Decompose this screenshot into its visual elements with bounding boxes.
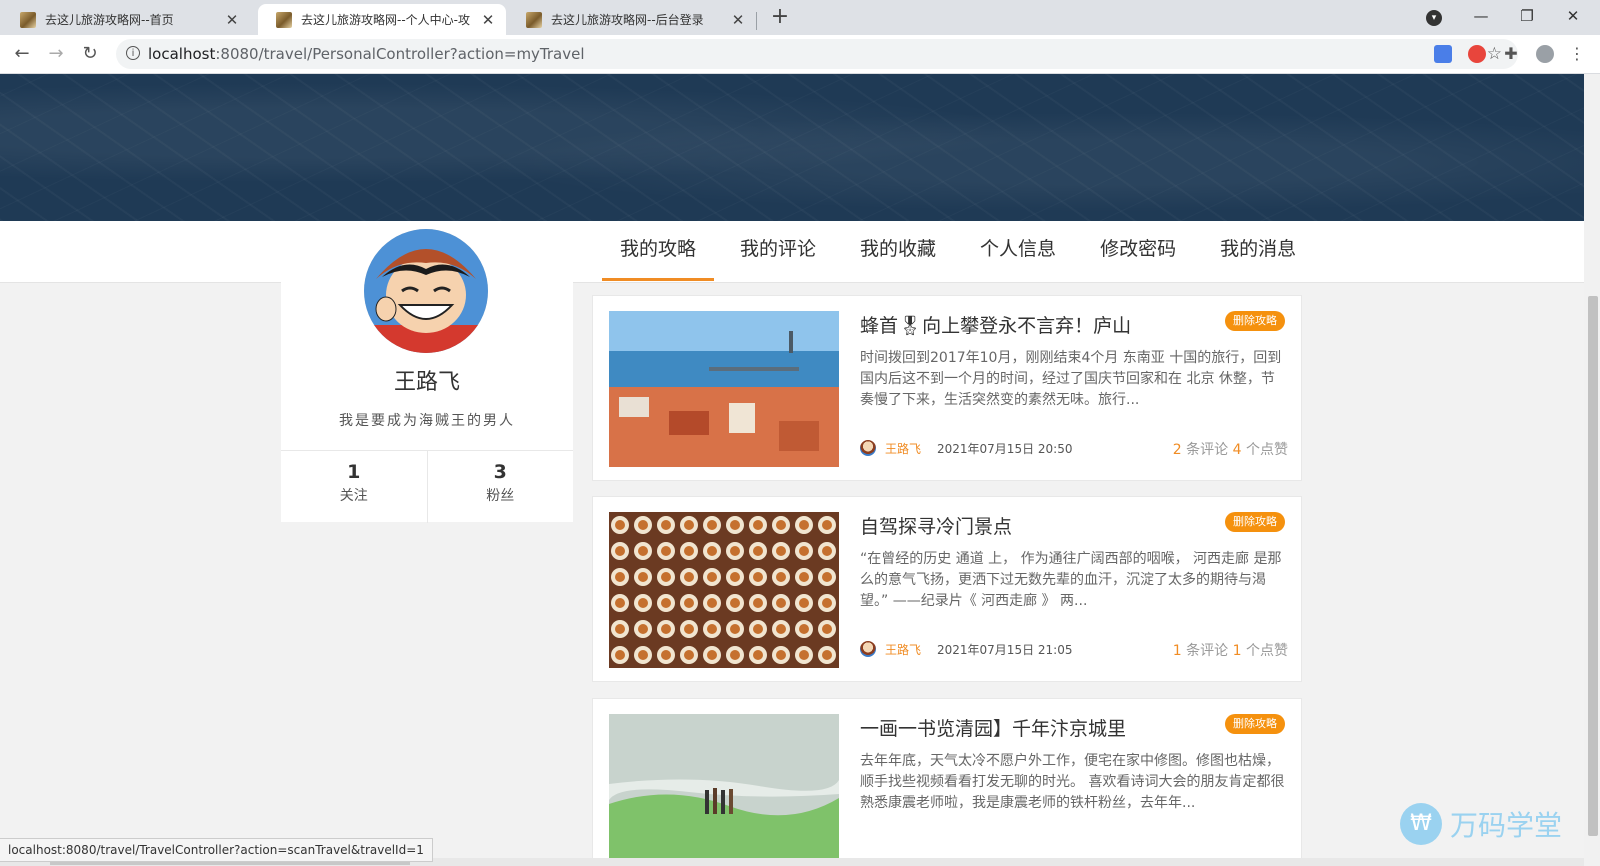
reload-icon[interactable]: ↻ <box>78 42 102 66</box>
tab-title: 去这儿旅游攻略网--首页 <box>45 13 174 27</box>
author-avatar-icon <box>860 641 876 657</box>
guide-meta: 王路飞 2021年07月15日 20:50 2 条评论 4 个点赞 <box>860 439 1288 459</box>
guide-item[interactable]: 一画一书览清园】千年汴京城里 删除攻略 去年年底，天气太冷不愿户外工作，便宅在家… <box>592 698 1302 866</box>
browser-tab-home[interactable]: 去这儿旅游攻略网--首页 ✕ <box>2 4 250 35</box>
comment-count: 1 <box>1172 643 1182 659</box>
browser-toolbar: ← → ↻ i localhost:8080/travel/PersonalCo… <box>0 35 1600 74</box>
delete-guide-button[interactable]: 删除攻略 <box>1225 512 1285 532</box>
site-favicon-icon <box>526 11 542 28</box>
translate-extension-icon[interactable] <box>1434 45 1452 63</box>
guide-title[interactable]: 蜂首🎖向上攀登永不言弃！庐山 <box>860 311 1131 338</box>
tab-my-messages[interactable]: 我的消息 <box>1202 221 1314 281</box>
tab-my-comments[interactable]: 我的评论 <box>722 221 834 281</box>
profile-stats: 1 关注 3 粉丝 <box>281 450 573 523</box>
url-host: localhost <box>148 45 216 63</box>
tab-my-guides[interactable]: 我的攻略 <box>602 221 715 281</box>
window-close-icon[interactable]: ✕ <box>1550 0 1596 32</box>
site-favicon-icon <box>276 11 292 28</box>
new-tab-icon[interactable]: + <box>766 4 794 32</box>
tab-search-icon[interactable]: ▾ <box>1426 10 1442 26</box>
delete-guide-button[interactable]: 删除攻略 <box>1225 311 1285 331</box>
guide-summary: “在曾经的历史 通道 上， 作为通往广阔西部的咽喉， 河西走廊 是那么的意气飞扬… <box>860 551 1282 609</box>
tab-personal-info[interactable]: 个人信息 <box>962 221 1074 281</box>
back-icon[interactable]: ← <box>10 42 34 66</box>
fans-label: 粉丝 <box>486 488 515 504</box>
follow-stat[interactable]: 1 关注 <box>281 451 427 523</box>
like-count: 1 <box>1232 643 1242 659</box>
forward-icon[interactable]: → <box>44 42 68 66</box>
like-label: 个点赞 <box>1246 442 1288 458</box>
address-bar[interactable]: i localhost:8080/travel/PersonalControll… <box>116 39 1518 69</box>
tab-title: 去这儿旅游攻略网--后台登录 <box>551 13 704 27</box>
guide-meta: 王路飞 2021年07月15日 21:05 1 条评论 1 个点赞 <box>860 640 1288 660</box>
bookmark-star-icon[interactable]: ☆ <box>1487 44 1502 64</box>
watermark-text: 万码学堂 <box>1450 809 1563 842</box>
guide-date: 2021年07月15日 21:05 <box>937 643 1073 657</box>
tab-separator <box>756 12 757 30</box>
browser-tab-admin[interactable]: 去这儿旅游攻略网--后台登录 ✕ <box>508 4 756 35</box>
guide-summary: 时间拨回到2017年10月，刚刚结束4个月 东南亚 十国的旅行，回到国内后这不到… <box>860 350 1282 408</box>
guide-thumbnail-image[interactable] <box>609 512 839 668</box>
scrollbar-thumb[interactable] <box>1588 296 1598 836</box>
guide-item[interactable]: 蜂首🎖向上攀登永不言弃！庐山 删除攻略 时间拨回到2017年10月，刚刚结束4个… <box>592 295 1302 481</box>
follow-count: 1 <box>347 461 361 483</box>
guide-stats: 1 条评论 1 个点赞 <box>1173 640 1288 660</box>
profile-avatar-icon[interactable] <box>1536 45 1554 63</box>
url-path: :8080/travel/PersonalController?action=m… <box>215 45 585 63</box>
fans-count: 3 <box>493 461 507 483</box>
browser-tab-personal[interactable]: 去这儿旅游攻略网--个人中心-攻 ✕ <box>258 4 506 35</box>
avatar <box>364 229 488 353</box>
tab-title: 去这儿旅游攻略网--个人中心-攻 <box>301 13 470 27</box>
follow-label: 关注 <box>339 488 368 504</box>
author-avatar-icon <box>860 440 876 456</box>
extension-icon[interactable] <box>1468 45 1486 63</box>
close-tab-icon[interactable]: ✕ <box>480 11 496 29</box>
delete-guide-button[interactable]: 删除攻略 <box>1225 714 1285 734</box>
guide-author[interactable]: 王路飞 <box>885 641 921 658</box>
puzzle-extensions-icon[interactable]: ✚ <box>1502 45 1520 63</box>
personal-menu: 我的攻略 我的评论 我的收藏 个人信息 修改密码 我的消息 <box>602 221 1322 281</box>
fans-stat[interactable]: 3 粉丝 <box>426 451 574 523</box>
header-banner <box>0 74 1584 221</box>
guide-item[interactable]: 自驾探寻冷门景点 删除攻略 “在曾经的历史 通道 上， 作为通往广阔西部的咽喉，… <box>592 496 1302 682</box>
guide-author[interactable]: 王路飞 <box>885 440 921 457</box>
personal-navbar: 我的攻略 我的评论 我的收藏 个人信息 修改密码 我的消息 <box>0 221 1584 283</box>
browser-menu-icon[interactable]: ⋮ <box>1568 45 1586 63</box>
tab-my-favorites[interactable]: 我的收藏 <box>842 221 954 281</box>
guide-title[interactable]: 一画一书览清园】千年汴京城里 <box>860 714 1126 741</box>
browser-tabbar: 去这儿旅游攻略网--首页 ✕ 去这儿旅游攻略网--个人中心-攻 ✕ 去这儿旅游攻… <box>0 0 1600 35</box>
tab-change-password[interactable]: 修改密码 <box>1082 221 1194 281</box>
guide-stats: 2 条评论 4 个点赞 <box>1173 439 1288 459</box>
guide-title[interactable]: 自驾探寻冷门景点 <box>860 512 1012 539</box>
page-viewport: 我的攻略 我的评论 我的收藏 个人信息 修改密码 我的消息 王路飞 我是要成为海… <box>0 74 1584 866</box>
profile-name: 王路飞 <box>393 370 460 395</box>
site-favicon-icon <box>20 11 36 28</box>
guide-thumbnail-image[interactable] <box>609 311 839 467</box>
like-label: 个点赞 <box>1246 643 1288 659</box>
close-tab-icon[interactable]: ✕ <box>730 11 746 29</box>
watermark-logo-icon: ₩ <box>1400 803 1442 845</box>
vertical-scrollbar[interactable] <box>1584 74 1600 866</box>
guide-thumbnail-image[interactable] <box>609 714 839 866</box>
minimize-icon[interactable]: — <box>1458 0 1504 32</box>
comment-label: 条评论 <box>1186 643 1229 659</box>
profile-bio: 我是要成为海贼王的男人 <box>339 413 515 429</box>
comment-count: 2 <box>1172 442 1182 458</box>
site-info-icon[interactable]: i <box>126 46 140 60</box>
like-count: 4 <box>1232 442 1242 458</box>
url-text[interactable]: localhost:8080/travel/PersonalController… <box>148 45 585 63</box>
avatar-luffy-image <box>364 229 488 353</box>
comment-label: 条评论 <box>1186 442 1229 458</box>
close-tab-icon[interactable]: ✕ <box>224 11 240 29</box>
status-bar-url: localhost:8080/travel/TravelController?a… <box>0 838 433 862</box>
restore-icon[interactable]: ❐ <box>1504 0 1550 32</box>
watermark: ₩ 万码学堂 <box>1400 800 1562 848</box>
guide-summary: 去年年底，天气太冷不愿户外工作，便宅在家中修图。修图也枯燥，顺手找些视频看看打发… <box>860 753 1285 811</box>
guide-date: 2021年07月15日 20:50 <box>937 442 1073 456</box>
